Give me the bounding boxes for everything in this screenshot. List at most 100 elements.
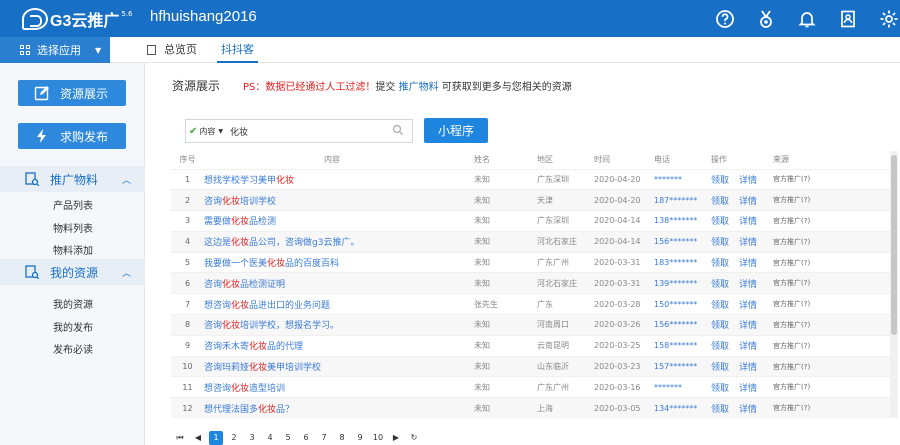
row-content[interactable]: 需要做化妆品检测: [204, 210, 474, 232]
help-icon[interactable]: [714, 8, 736, 30]
detail-link[interactable]: 详情: [739, 314, 773, 336]
row-content[interactable]: 我要做一个医美化妆品的百度百科: [204, 251, 474, 273]
row-content[interactable]: 想找学校学习美甲化妆: [204, 168, 474, 190]
sidebar-item-material-list[interactable]: 物料列表: [53, 220, 93, 235]
notice-link[interactable]: 推广物料: [399, 82, 439, 93]
content-post: 培训学校: [240, 196, 277, 207]
table-row: 11 想咨询化妆造型培训 未知 广东广州 2020-03-16 ******* 领取 详情 官方…: [171, 376, 893, 398]
row-source: 官方推广(?): [773, 168, 893, 190]
row-content[interactable]: 咨询禾木寄化妆品的代理: [204, 334, 474, 357]
app-select-dropdown[interactable]: 选择应用 ▼: [0, 37, 110, 63]
claim-link[interactable]: 领取: [711, 168, 739, 190]
sidebar-group-mine[interactable]: 我的资源 ︿: [0, 259, 145, 285]
detail-link[interactable]: 详情: [739, 168, 773, 190]
sidebar-item-my-publish[interactable]: 我的发布: [53, 319, 93, 334]
table-scrollbar[interactable]: [890, 151, 898, 418]
first-page-button[interactable]: ⏮: [173, 431, 187, 445]
detail-link[interactable]: 详情: [739, 376, 773, 398]
claim-link[interactable]: 领取: [711, 293, 739, 315]
search-icon[interactable]: [392, 124, 404, 136]
content-post: 培训学校，想报名学习。: [240, 321, 340, 332]
page-9-button[interactable]: 9: [353, 431, 367, 445]
resource-display-button[interactable]: 资源展示: [18, 80, 126, 106]
claim-link[interactable]: 领取: [711, 397, 739, 418]
detail-link[interactable]: 详情: [739, 272, 773, 294]
detail-link[interactable]: 详情: [739, 334, 773, 357]
detail-link[interactable]: 详情: [739, 355, 773, 377]
page-6-button[interactable]: 6: [299, 431, 313, 445]
detail-link[interactable]: 详情: [739, 293, 773, 315]
search-type-select[interactable]: ✔ 内容 ▼: [186, 120, 228, 142]
row-content[interactable]: 想咨询化妆品进出口的业务问题: [204, 293, 474, 315]
row-name: 未知: [474, 272, 537, 294]
content-highlight: 化妆: [222, 196, 241, 207]
claim-link[interactable]: 领取: [711, 251, 739, 273]
detail-link[interactable]: 详情: [739, 230, 773, 253]
row-content[interactable]: 想咨询化妆造型培训: [204, 376, 474, 398]
chevron-up-icon: ︿: [121, 176, 131, 186]
content-highlight: 化妆: [222, 279, 241, 290]
mini-program-button[interactable]: 小程序: [424, 118, 488, 143]
detail-link[interactable]: 详情: [739, 397, 773, 418]
page-10-button[interactable]: 10: [371, 431, 385, 445]
claim-link[interactable]: 领取: [711, 314, 739, 336]
claim-link[interactable]: 领取: [711, 355, 739, 377]
sidebar-group-promo[interactable]: 推广物料 ︿: [0, 166, 145, 192]
scroll-thumb[interactable]: [891, 155, 897, 335]
claim-link[interactable]: 领取: [711, 210, 739, 232]
row-content[interactable]: 咨询化妆品检测证明: [204, 272, 474, 294]
sidebar-item-my-resources[interactable]: 我的资源: [53, 296, 93, 311]
row-content[interactable]: 咨询化妆培训学校: [204, 189, 474, 211]
logo-mark-icon: [22, 8, 48, 30]
tab-overview[interactable]: 总览页: [147, 37, 197, 63]
page-8-button[interactable]: 8: [335, 431, 349, 445]
account-name: hfhuishang2016: [150, 8, 257, 25]
page-1-button[interactable]: 1: [209, 431, 223, 445]
search-input[interactable]: 化妆: [230, 125, 248, 138]
claim-link[interactable]: 领取: [711, 376, 739, 398]
detail-link[interactable]: 详情: [739, 251, 773, 273]
header-icons: [695, 8, 900, 30]
content-highlight: 化妆: [222, 321, 241, 332]
detail-link[interactable]: 详情: [739, 189, 773, 211]
purchase-publish-button[interactable]: 求购发布: [18, 123, 126, 149]
col-header-content: 内容: [324, 155, 340, 165]
app-select-label: 选择应用: [37, 44, 81, 57]
page-4-button[interactable]: 4: [263, 431, 277, 445]
next-page-button[interactable]: ▶: [389, 431, 403, 445]
page-3-button[interactable]: 3: [245, 431, 259, 445]
content-post: 造型培训: [249, 383, 286, 394]
row-date: 2020-03-31: [594, 272, 654, 294]
sidebar-item-material-add[interactable]: 物料添加: [53, 242, 93, 257]
bell-icon[interactable]: [796, 8, 818, 30]
claim-link[interactable]: 领取: [711, 189, 739, 211]
row-content[interactable]: 想代理法国多化妆品？: [204, 397, 474, 418]
refresh-button[interactable]: ↻: [407, 431, 421, 445]
table-row: 9 咨询禾木寄化妆品的代理 未知 云南昆明 2020-03-25 158******* 领取…: [171, 334, 893, 357]
row-content[interactable]: 咨询化妆培训学校，想报名学习。: [204, 314, 474, 336]
medal-icon[interactable]: [755, 8, 777, 30]
sidebar-item-publish-notes[interactable]: 发布必读: [53, 341, 93, 356]
page-7-button[interactable]: 7: [317, 431, 331, 445]
gear-icon[interactable]: [878, 8, 900, 30]
row-content[interactable]: 咨询玛莉娅化妆美甲培训学校: [204, 355, 474, 377]
sidebar-item-product-list[interactable]: 产品列表: [53, 197, 93, 212]
contact-card-icon[interactable]: [837, 8, 859, 30]
page-2-button[interactable]: 2: [227, 431, 241, 445]
doc-search-icon: [24, 171, 40, 187]
claim-link[interactable]: 领取: [711, 230, 739, 253]
claim-link[interactable]: 领取: [711, 334, 739, 357]
row-source: 官方推广(?): [773, 210, 893, 232]
row-content[interactable]: 这边是化妆品公司，咨询做g3云推广。: [204, 230, 474, 253]
claim-link[interactable]: 领取: [711, 272, 739, 294]
prev-page-button[interactable]: ◀: [191, 431, 205, 445]
lightning-icon: [34, 128, 50, 144]
logo[interactable]: G3云推广 5.6: [22, 6, 133, 32]
detail-link[interactable]: 详情: [739, 210, 773, 232]
content-pre: 我要做一个医美: [204, 259, 268, 270]
tab-douke[interactable]: 抖抖客: [217, 37, 258, 63]
content-highlight: 化妆: [249, 342, 268, 353]
row-name: 未知: [474, 189, 537, 211]
col-header-time: 时间: [594, 155, 610, 165]
page-5-button[interactable]: 5: [281, 431, 295, 445]
